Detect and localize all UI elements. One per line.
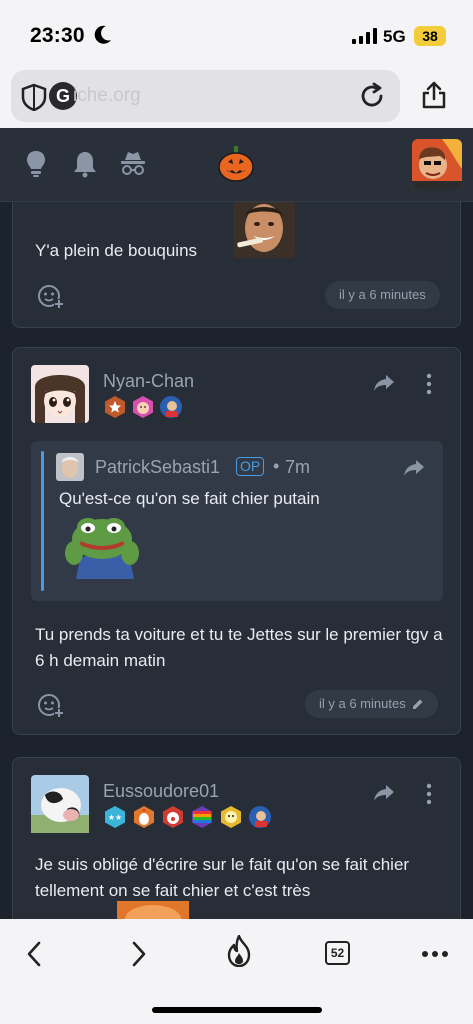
- tab-count-button[interactable]: 52: [325, 941, 350, 965]
- share-icon[interactable]: [420, 80, 448, 110]
- quoted-username[interactable]: PatrickSebasti1: [95, 457, 220, 478]
- pepe-image: [65, 518, 139, 579]
- character-badge-icon[interactable]: [159, 395, 183, 419]
- more-horizontal-icon[interactable]: [421, 950, 449, 958]
- add-reaction-icon[interactable]: [37, 693, 65, 719]
- lightbulb-icon[interactable]: [26, 150, 46, 178]
- share-arrow-icon[interactable]: [373, 374, 395, 392]
- comment-text: Je suis obligé d'écrire sur le fait qu'o…: [35, 855, 410, 900]
- flame-icon[interactable]: [226, 935, 252, 967]
- status-bar: 23:30 5G 38: [0, 0, 473, 64]
- rainbow-badge-icon[interactable]: [190, 805, 214, 829]
- stars-badge-icon[interactable]: ★★: [103, 805, 127, 829]
- svg-text:★★: ★★: [108, 813, 122, 822]
- more-vertical-icon[interactable]: [423, 783, 435, 805]
- share-arrow-icon[interactable]: [403, 459, 425, 477]
- quoted-time: 7m: [285, 457, 311, 477]
- clown-badge-icon[interactable]: [161, 805, 185, 829]
- home-indicator: [152, 1007, 322, 1013]
- op-badge: OP: [236, 457, 265, 476]
- username[interactable]: Nyan-Chan: [103, 371, 194, 392]
- character-badge-icon[interactable]: [248, 805, 272, 829]
- chicken-badge-icon[interactable]: [132, 805, 156, 829]
- badge-list: ★★: [103, 805, 272, 829]
- edited-pencil-icon: [412, 699, 423, 709]
- badge-list: [103, 395, 183, 419]
- user-avatar[interactable]: [31, 365, 89, 423]
- comment-feed: Y'a plein de bouquins il y a 6 minutes N…: [0, 202, 473, 919]
- url-field[interactable]: G iche.org: [11, 70, 400, 122]
- timestamp-badge: il y a 6 minutes: [325, 281, 440, 309]
- reload-icon[interactable]: [358, 82, 386, 110]
- status-time: 23:30: [30, 24, 85, 47]
- browser-address-bar: G iche.org: [0, 64, 473, 128]
- quote-bar: [41, 451, 44, 591]
- timestamp-badge: il y a 6 minutes: [305, 690, 438, 718]
- user-avatar[interactable]: [31, 775, 89, 833]
- quoted-text: Qu'est-ce qu'on se fait chier putain: [59, 489, 320, 508]
- quoted-comment[interactable]: PatrickSebasti1 OP • 7m Qu'est-ce qu'on …: [31, 441, 443, 601]
- baby-badge-icon[interactable]: [131, 395, 155, 419]
- signal-icon: [352, 28, 377, 44]
- more-vertical-icon[interactable]: [423, 373, 435, 395]
- comment-card: Y'a plein de bouquins il y a 6 minutes: [12, 202, 461, 328]
- quoted-user-avatar[interactable]: [56, 453, 84, 481]
- site-header: [0, 128, 473, 202]
- network-label: 5G: [383, 27, 406, 46]
- timestamp-text: il y a 6 minutes: [319, 696, 406, 711]
- comment-text: Tu prends ta voiture et tu te Jettes sur…: [35, 625, 443, 670]
- incognito-icon[interactable]: [120, 150, 146, 178]
- user-avatar[interactable]: [412, 139, 462, 189]
- shield-icon[interactable]: [21, 83, 47, 111]
- add-reaction-icon[interactable]: [37, 284, 65, 310]
- battery-indicator: 38: [414, 26, 446, 46]
- comment-card: Nyan-Chan PatrickSebasti1 OP • 7m Qu'est…: [12, 347, 461, 735]
- share-arrow-icon[interactable]: [373, 784, 395, 802]
- quote-dot-separator: •: [273, 456, 280, 476]
- forward-icon[interactable]: [131, 941, 147, 967]
- comment-text: Y'a plein de bouquins: [35, 241, 198, 260]
- back-icon[interactable]: [26, 941, 42, 967]
- post-image: [233, 202, 295, 258]
- pumpkin-logo[interactable]: [218, 146, 254, 182]
- comment-card: Eussoudore01 ★★ Je suis obligé d'écrire …: [12, 757, 461, 919]
- sun-badge-icon[interactable]: [219, 805, 243, 829]
- post-image: [117, 901, 189, 919]
- moon-icon: [94, 25, 111, 44]
- username[interactable]: Eussoudore01: [103, 781, 219, 802]
- bell-icon[interactable]: [73, 150, 97, 178]
- url-text[interactable]: iche.org: [73, 85, 141, 107]
- bronze-star-badge-icon[interactable]: [103, 395, 127, 419]
